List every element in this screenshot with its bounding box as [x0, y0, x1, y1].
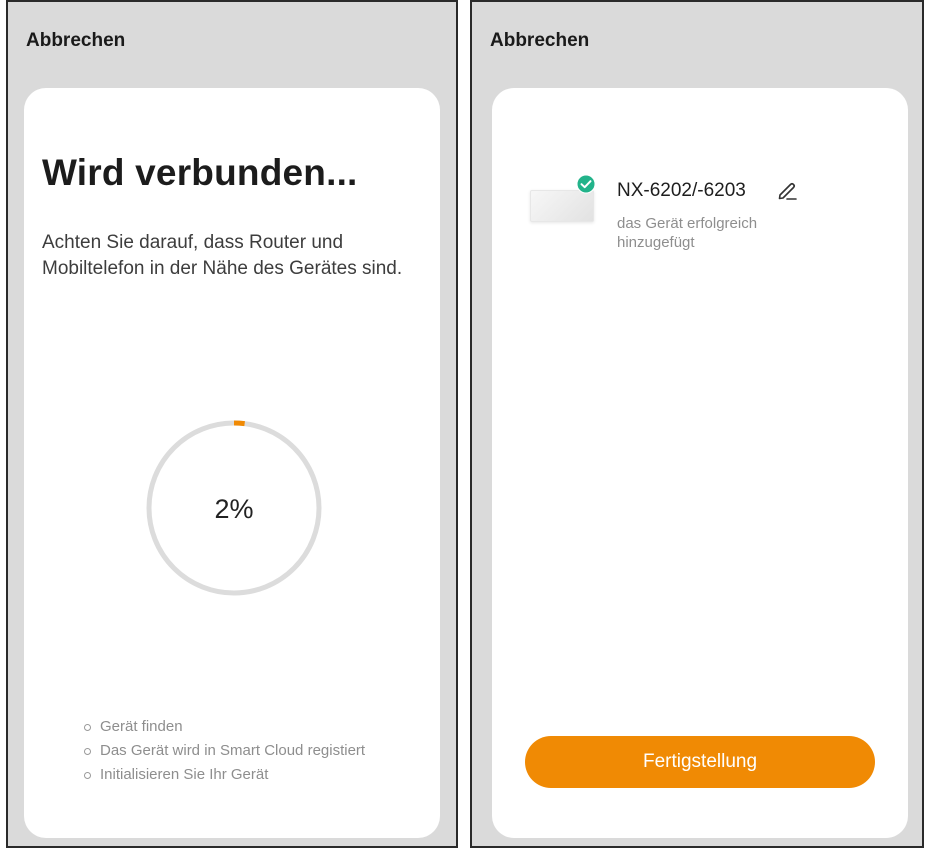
list-item: Das Gerät wird in Smart Cloud registiert: [84, 739, 365, 763]
step-label: Das Gerät wird in Smart Cloud registiert: [100, 742, 366, 759]
bullet-icon: [84, 747, 91, 755]
setup-steps-list: Gerät finden Das Gerät wird in Smart Clo…: [84, 715, 365, 787]
bullet-icon: [84, 771, 91, 779]
finish-button[interactable]: Fertigstellung: [525, 736, 875, 788]
step-label: Gerät finden: [100, 718, 183, 735]
check-circle-icon: [576, 174, 596, 194]
cancel-button[interactable]: Abbrechen: [490, 30, 589, 52]
list-item: Gerät finden: [84, 715, 365, 739]
page-title: Wird verbunden...: [42, 152, 358, 193]
device-added-screen: Abbrechen NX-6202/-6203 das Gerät erfolg…: [470, 0, 924, 848]
step-label: Initialisieren Sie Ihr Gerät: [100, 766, 269, 783]
device-image: [530, 190, 594, 222]
device-status-text: das Gerät erfolgreich hinzugefügt: [617, 215, 758, 251]
cancel-button[interactable]: Abbrechen: [26, 30, 125, 52]
pencil-icon[interactable]: [775, 178, 799, 202]
device-name: NX-6202/-6203: [617, 180, 746, 201]
list-item: Initialisieren Sie Ihr Gerät: [84, 763, 365, 787]
progress-percent: 2%: [214, 494, 254, 524]
connecting-screen: Abbrechen Wird verbunden... Achten Sie d…: [6, 0, 458, 848]
instruction-text: Achten Sie darauf, dass Router und Mobil…: [42, 232, 403, 279]
bullet-icon: [84, 723, 91, 731]
